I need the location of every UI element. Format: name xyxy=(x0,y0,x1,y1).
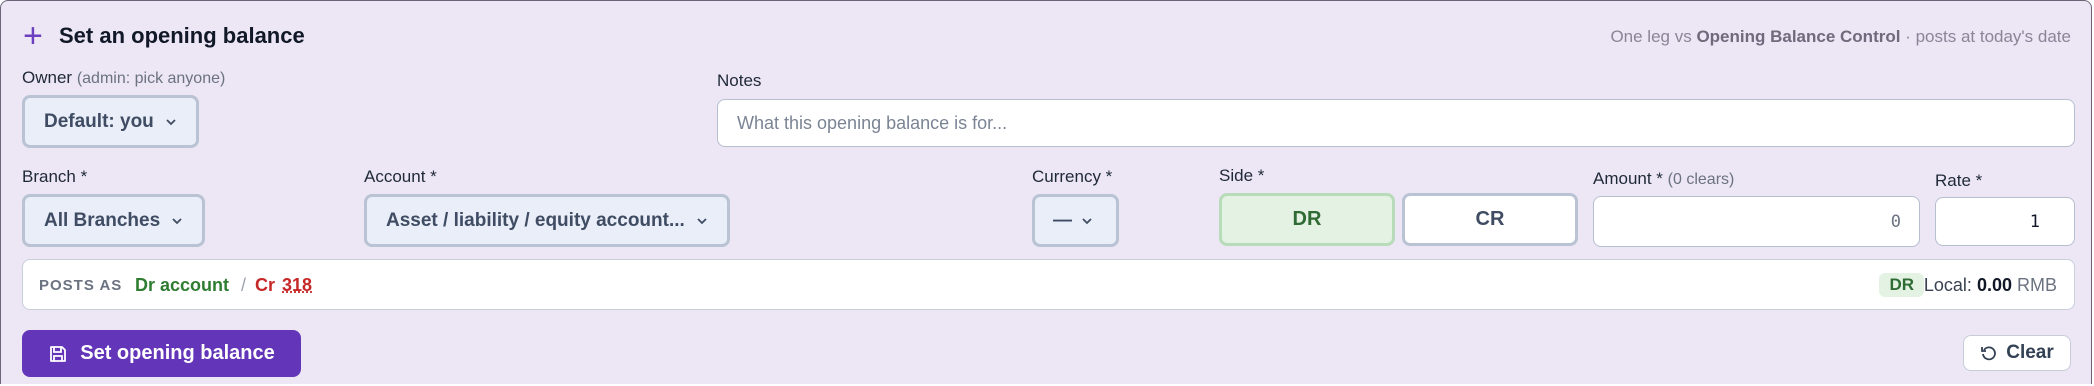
owner-label: Owner (admin: pick anyone) xyxy=(22,68,225,88)
chevron-down-icon xyxy=(166,118,176,125)
side-cr-button[interactable]: CR xyxy=(1402,193,1578,246)
account-label: Account * xyxy=(364,167,437,186)
chevron-down-icon xyxy=(1082,217,1092,224)
amount-label: Amount * (0 clears) xyxy=(1593,169,1734,189)
amount-input[interactable]: 0 xyxy=(1593,196,1920,247)
local-currency: RMB xyxy=(2017,275,2057,295)
opening-balance-panel: + Set an opening balance One leg vs Open… xyxy=(0,0,2092,384)
chevron-down-icon xyxy=(172,217,182,224)
side-label: Side * xyxy=(1219,166,1265,185)
notes-placeholder: What this opening balance is for... xyxy=(737,112,1008,133)
posts-as-separator: / xyxy=(241,275,247,295)
account-select[interactable]: Asset / liability / equity account... xyxy=(364,194,730,247)
posts-as-cr-account-link[interactable]: 318 xyxy=(282,275,312,296)
hint-control-account: Opening Balance Control xyxy=(1696,27,1901,46)
posts-as-label: POSTS AS xyxy=(39,277,123,294)
chevron-down-icon xyxy=(697,217,707,224)
posts-as-dr: Dr account xyxy=(135,275,230,295)
local-label: Local: xyxy=(1923,275,1972,295)
branch-select-value: All Branches xyxy=(44,209,161,231)
rate-label: Rate * xyxy=(1935,171,1983,190)
currency-label: Currency * xyxy=(1032,167,1113,186)
clear-label: Clear xyxy=(2006,342,2054,363)
panel-hint: One leg vs Opening Balance Control · pos… xyxy=(1610,27,2071,47)
rate-value: 1 xyxy=(2029,211,2040,232)
rate-input[interactable]: 1 xyxy=(1935,197,2075,246)
posts-as-cr-prefix: Cr xyxy=(255,275,276,295)
owner-label-sub: (admin: pick anyone) xyxy=(76,70,226,87)
posts-as-summary: POSTS AS Dr account / Cr 318 DR Local: 0… xyxy=(22,259,2075,310)
local-amount: Local: 0.00 RMB xyxy=(1924,275,2057,296)
amount-label-text: Amount * xyxy=(1593,169,1663,188)
plus-icon: + xyxy=(23,17,43,55)
currency-select[interactable]: — xyxy=(1032,194,1119,247)
panel-title: Set an opening balance xyxy=(59,23,305,48)
amount-label-sub: (0 clears) xyxy=(1667,171,1735,188)
side-badge: DR xyxy=(1879,273,1924,297)
set-opening-balance-label: Set opening balance xyxy=(80,342,275,364)
hint-suffix: · posts at today's date xyxy=(1905,27,2071,46)
clear-button[interactable]: Clear xyxy=(1963,335,2071,371)
notes-input[interactable]: What this opening balance is for... xyxy=(717,99,2075,147)
set-opening-balance-button[interactable]: Set opening balance xyxy=(22,330,301,377)
branch-label: Branch * xyxy=(22,167,88,186)
local-value: 0.00 xyxy=(1976,275,2012,295)
amount-value: 0 xyxy=(1890,211,1901,232)
currency-select-value: — xyxy=(1053,209,1072,231)
owner-select[interactable]: Default: you xyxy=(22,95,199,148)
side-dr-button[interactable]: DR xyxy=(1219,193,1395,246)
notes-label: Notes xyxy=(717,71,762,90)
owner-select-value: Default: you xyxy=(44,110,154,132)
owner-label-text: Owner xyxy=(22,68,73,87)
branch-select[interactable]: All Branches xyxy=(22,194,205,247)
account-select-value: Asset / liability / equity account... xyxy=(386,209,685,231)
hint-prefix: One leg vs xyxy=(1610,27,1692,46)
reset-icon xyxy=(1981,346,1997,361)
save-icon xyxy=(50,345,67,362)
